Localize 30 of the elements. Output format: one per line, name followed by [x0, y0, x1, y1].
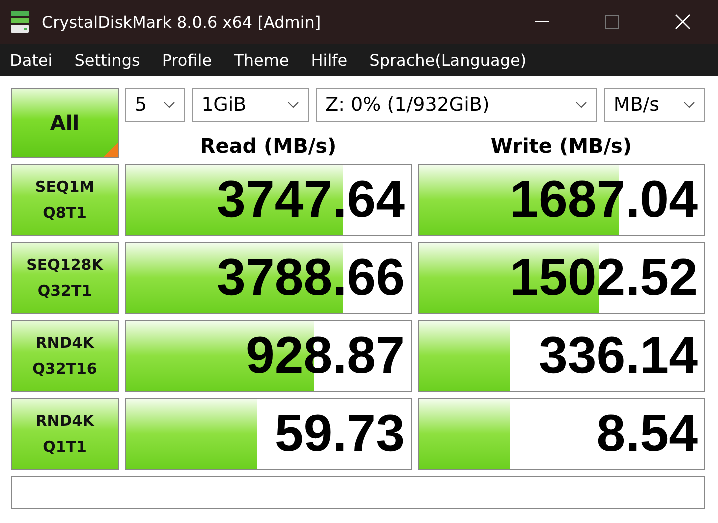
- column-header: Write (MB/s): [490, 134, 634, 158]
- close-icon[interactable]: [675, 14, 691, 30]
- result-value: 59.73: [274, 404, 406, 464]
- dropdown[interactable]: Z: 0% (1/932GiB): [316, 88, 597, 122]
- dropdown[interactable]: MB/s: [604, 88, 705, 122]
- result-value: 336.14: [538, 326, 699, 386]
- chevron-icon: [288, 102, 299, 108]
- menu-item[interactable]: Theme: [234, 50, 290, 70]
- column-header: Read (MB/s): [199, 134, 338, 158]
- all-button[interactable]: All: [11, 88, 119, 158]
- drive-icon: [10, 10, 30, 34]
- menu-item[interactable]: Datei: [10, 50, 53, 70]
- test-button[interactable]: SEQ1M Q8T1: [11, 164, 119, 236]
- menu-item[interactable]: Settings: [74, 50, 140, 70]
- chevron-icon: [576, 102, 587, 108]
- chevron-icon: [684, 102, 695, 108]
- menu-item[interactable]: Sprache(Language): [370, 50, 527, 70]
- maximize-icon[interactable]: [605, 15, 619, 29]
- menu-item[interactable]: Hilfe: [311, 50, 348, 70]
- result-value: 8.54: [596, 404, 699, 464]
- test-button[interactable]: SEQ128K Q32T1: [11, 242, 119, 314]
- test-button[interactable]: RND4K Q1T1: [11, 398, 119, 470]
- test-button[interactable]: RND4K Q32T16: [11, 320, 119, 392]
- menu-item[interactable]: Profile: [162, 50, 212, 70]
- corner-icon: [104, 143, 118, 157]
- comment-field[interactable]: [11, 476, 705, 509]
- dropdown[interactable]: 5: [125, 88, 185, 122]
- dropdown[interactable]: 1GiB: [192, 88, 309, 122]
- chevron-icon: [164, 102, 175, 108]
- window-title: CrystalDiskMark 8.0.6 x64 [Admin]: [42, 12, 322, 32]
